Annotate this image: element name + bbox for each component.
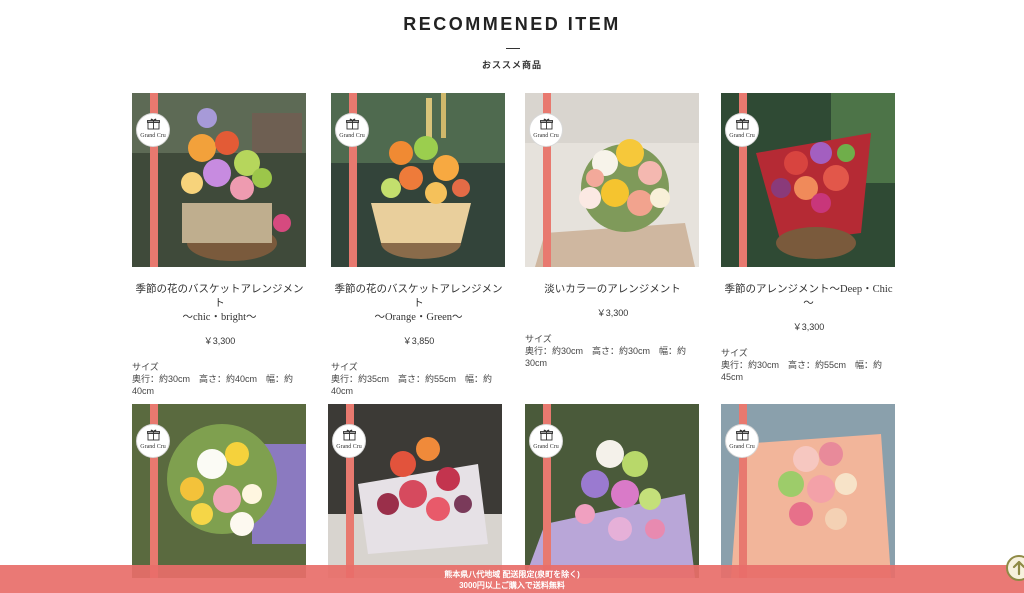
- badge-label: Grand Cru: [729, 133, 755, 139]
- scroll-top-button[interactable]: [1006, 555, 1024, 581]
- badge-label: Grand Cru: [533, 133, 559, 139]
- gift-icon: [736, 118, 749, 130]
- product-image[interactable]: Grand Cru: [721, 93, 895, 267]
- product-price: ￥3,300: [792, 322, 825, 332]
- title-divider: [506, 48, 520, 49]
- notice-line-1: 熊本県八代地域 配送限定(泉町を除く): [444, 570, 580, 579]
- product-price: ￥3,300: [596, 308, 629, 318]
- product-name[interactable]: 季節の花のバスケットアレンジメント ～chic・bright～: [132, 283, 307, 325]
- grand-cru-badge: Grand Cru: [332, 424, 366, 458]
- size-label: サイズ: [525, 334, 552, 344]
- grand-cru-badge: Grand Cru: [725, 113, 759, 147]
- product-name[interactable]: 季節の花のバスケットアレンジメント ～Orange・Green～: [331, 283, 506, 325]
- product-card: Grand Cru 季節のアレンジメント～Deep・Chic～ ￥3,300 サ…: [721, 93, 896, 383]
- gift-icon: [736, 429, 749, 441]
- gift-icon: [147, 118, 160, 130]
- grand-cru-badge: Grand Cru: [136, 424, 170, 458]
- badge-label: Grand Cru: [140, 444, 166, 450]
- section-subtitle: おススメ商品: [481, 60, 542, 70]
- section-title: RECOMMENED ITEM: [403, 14, 621, 34]
- product-image[interactable]: Grand Cru: [525, 93, 699, 267]
- product-price: ￥3,850: [402, 336, 435, 346]
- size-label: サイズ: [721, 348, 748, 358]
- badge-label: Grand Cru: [533, 444, 559, 450]
- badge-label: Grand Cru: [140, 133, 166, 139]
- size-value: 奥行：約30cm 高さ：約40cm 幅：約40cm: [132, 374, 294, 396]
- product-image[interactable]: Grand Cru: [525, 404, 699, 578]
- product-image[interactable]: Grand Cru: [132, 404, 306, 578]
- product-image[interactable]: Grand Cru: [331, 93, 505, 267]
- badge-label: Grand Cru: [729, 444, 755, 450]
- product-card: Grand Cru: [525, 404, 700, 578]
- product-image[interactable]: Grand Cru: [721, 404, 895, 578]
- grand-cru-badge: Grand Cru: [529, 113, 563, 147]
- page: RECOMMENED ITEM おススメ商品 Grand Cru 季節の花のバス…: [0, 0, 1024, 593]
- grand-cru-badge: Grand Cru: [136, 113, 170, 147]
- size-label: サイズ: [132, 362, 159, 372]
- product-price: ￥3,300: [203, 336, 236, 346]
- product-card: Grand Cru 季節の花のバスケットアレンジメント ～chic・bright…: [132, 93, 307, 397]
- size-label: サイズ: [331, 362, 358, 372]
- grand-cru-badge: Grand Cru: [725, 424, 759, 458]
- shipping-notice-bar: 熊本県八代地域 配送限定(泉町を除く) 3000円以上ご購入で送料無料: [0, 565, 1024, 593]
- product-image[interactable]: Grand Cru: [328, 404, 502, 578]
- product-name[interactable]: 淡いカラーのアレンジメント: [525, 283, 700, 297]
- grand-cru-badge: Grand Cru: [529, 424, 563, 458]
- product-card: Grand Cru 淡いカラーのアレンジメント ￥3,300 サイズ 奥行：約3…: [525, 93, 700, 369]
- badge-label: Grand Cru: [336, 444, 362, 450]
- size-value: 奥行：約30cm 高さ：約30cm 幅：約30cm: [525, 346, 687, 368]
- grand-cru-badge: Grand Cru: [335, 113, 369, 147]
- product-image[interactable]: Grand Cru: [132, 93, 306, 267]
- gift-icon: [346, 118, 359, 130]
- notice-line-2: 3000円以上ご購入で送料無料: [459, 581, 565, 590]
- gift-icon: [147, 429, 160, 441]
- gift-icon: [343, 429, 356, 441]
- product-card: Grand Cru: [328, 404, 503, 578]
- gift-icon: [540, 429, 553, 441]
- arrow-up-icon: [1012, 560, 1024, 576]
- product-card: Grand Cru 季節の花のバスケットアレンジメント ～Orange・Gree…: [331, 93, 506, 397]
- product-card: Grand Cru: [132, 404, 307, 578]
- badge-label: Grand Cru: [339, 133, 365, 139]
- product-card: Grand Cru: [721, 404, 896, 578]
- size-value: 奥行：約30cm 高さ：約55cm 幅：約45cm: [721, 360, 883, 382]
- size-value: 奥行：約35cm 高さ：約55cm 幅：約40cm: [331, 374, 493, 396]
- gift-icon: [540, 118, 553, 130]
- product-name[interactable]: 季節のアレンジメント～Deep・Chic～: [721, 283, 896, 311]
